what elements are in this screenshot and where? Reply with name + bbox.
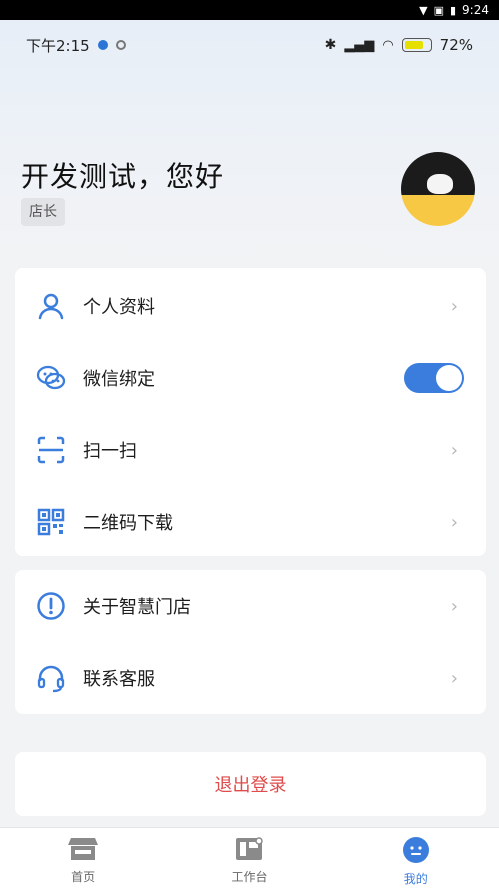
avatar-character-icon	[427, 174, 453, 194]
tab-workbench[interactable]: 工作台	[199, 828, 299, 885]
avatar[interactable]	[401, 152, 475, 226]
tab-mine[interactable]: 我的	[366, 828, 466, 887]
tab-label: 我的	[403, 872, 428, 886]
person-icon	[35, 290, 67, 322]
signal-icon: ▂▄▆	[344, 37, 375, 53]
support-card: 关于智慧门店 › 联系客服 ›	[15, 570, 486, 714]
battery-level-icon	[401, 38, 432, 52]
battery-icon: ▮	[449, 3, 457, 17]
menu-item-qr-download[interactable]: 二维码下载 ›	[15, 486, 486, 558]
battery-percent: 72%	[439, 36, 473, 54]
notification-ring-icon	[115, 40, 126, 50]
scan-icon	[35, 434, 67, 466]
chevron-right-icon: ›	[450, 595, 458, 617]
menu-item-customer-service[interactable]: 联系客服 ›	[15, 642, 486, 714]
menu-item-label: 微信绑定	[83, 369, 155, 390]
chevron-right-icon: ›	[450, 295, 458, 317]
dashboard-icon	[236, 837, 264, 860]
wifi-status-icon: ◠	[382, 37, 394, 53]
chevron-right-icon: ›	[450, 511, 458, 533]
profile-header-background	[0, 20, 499, 270]
profile-face-icon	[402, 837, 429, 863]
menu-item-label: 二维码下载	[83, 513, 173, 534]
tab-label: 工作台	[231, 870, 268, 884]
store-icon	[68, 838, 99, 860]
phone-status-bar: 下午2:15 ✱ ▂▄▆ ◠ 72%	[26, 35, 473, 55]
no-sim-icon: ▣	[433, 3, 444, 17]
menu-item-profile[interactable]: 个人资料 ›	[15, 270, 486, 342]
headset-icon	[35, 662, 67, 694]
qr-code-icon	[35, 506, 67, 538]
menu-item-scan[interactable]: 扫一扫 ›	[15, 414, 486, 486]
phone-time: 下午2:15	[26, 36, 90, 55]
menu-item-about[interactable]: 关于智慧门店 ›	[15, 570, 486, 642]
wechat-binding-toggle[interactable]	[404, 363, 464, 393]
info-icon	[35, 590, 67, 622]
chevron-right-icon: ›	[450, 667, 458, 689]
tab-label: 首页	[71, 870, 96, 884]
wifi-icon: ▼	[419, 3, 428, 17]
bluetooth-icon: ✱	[324, 37, 337, 53]
wechat-icon	[35, 362, 67, 394]
system-status-bar: ▼ ▣ ▮ 9:24	[0, 0, 499, 20]
notification-dot-icon	[97, 40, 108, 50]
tab-home[interactable]: 首页	[33, 828, 133, 885]
greeting-title: 开发测试，您好	[21, 160, 225, 193]
bottom-tab-bar: 首页 工作台 我的	[0, 827, 499, 888]
logout-button[interactable]: 退出登录	[15, 752, 486, 816]
menu-item-label: 扫一扫	[83, 441, 137, 462]
menu-item-label: 个人资料	[83, 297, 155, 318]
role-badge: 店长	[21, 198, 65, 226]
menu-item-label: 关于智慧门店	[83, 597, 191, 618]
account-settings-card: 个人资料 › 微信绑定 扫一扫 › 二维码下载 ›	[15, 268, 486, 556]
chevron-right-icon: ›	[450, 439, 458, 461]
system-time: 9:24	[462, 3, 489, 17]
menu-item-label: 联系客服	[83, 669, 155, 690]
menu-item-wechat-binding[interactable]: 微信绑定	[15, 342, 486, 414]
